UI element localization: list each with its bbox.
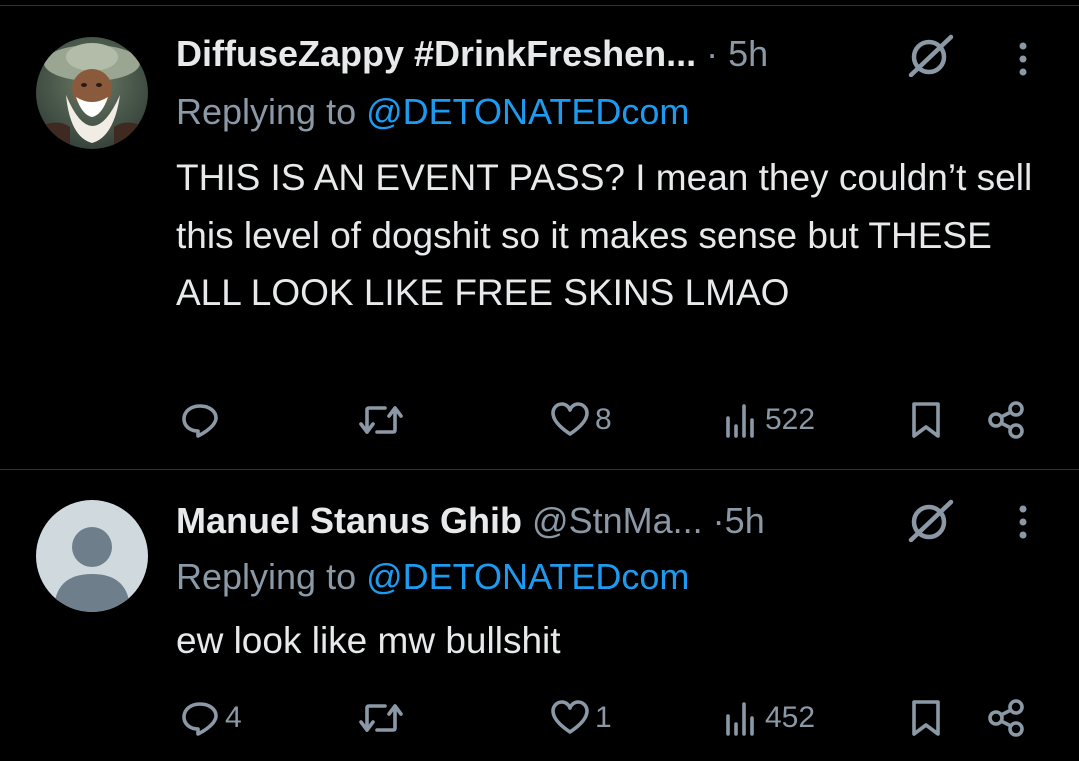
like-button[interactable]: 8 [548, 398, 612, 442]
reply-icon [182, 404, 218, 438]
tweet-2[interactable]: Manuel Stanus Ghib @StnMa... ·5h Replyin… [0, 470, 1079, 761]
reply-icon [182, 702, 218, 736]
default-profile-avatar-image [36, 500, 148, 612]
bookmark-button[interactable] [908, 398, 944, 442]
bookmark-icon [912, 700, 940, 736]
bookmark-button[interactable] [908, 696, 944, 740]
tweet-text: THIS IS AN EVENT PASS? I mean they could… [176, 157, 1033, 313]
bookmark-icon [912, 402, 940, 438]
avatar[interactable] [36, 500, 148, 612]
reply-count: 4 [225, 701, 242, 734]
views-chart-icon [726, 404, 754, 438]
more-vertical-icon[interactable] [1016, 500, 1030, 544]
replying-to: Replying to @DETONATEDcom [176, 555, 689, 599]
replying-to: Replying to @DETONATEDcom [176, 90, 689, 134]
separator-dot: · [712, 500, 725, 541]
views-count: 522 [765, 403, 816, 436]
retweet-button[interactable] [357, 696, 408, 740]
grok-icon[interactable] [905, 33, 955, 78]
avatar[interactable] [36, 37, 148, 149]
more-vertical-icon[interactable] [1016, 37, 1030, 81]
retweet-button[interactable] [357, 398, 408, 442]
like-count: 1 [595, 701, 612, 734]
heart-icon [551, 402, 589, 436]
tweet-header: DiffuseZappy #DrinkFreshen... · 5h [176, 32, 768, 76]
mention-link[interactable]: @DETONATEDcom [366, 556, 689, 597]
views-button[interactable]: 452 [722, 696, 815, 740]
tweet-1[interactable]: DiffuseZappy #DrinkFreshen... · 5h Reply… [0, 0, 1079, 470]
action-bar: 4 1 452 [0, 696, 1079, 740]
retweet-icon [359, 704, 403, 732]
like-count: 8 [595, 403, 612, 436]
timestamp[interactable]: 5h [725, 500, 765, 541]
like-button[interactable]: 1 [548, 696, 612, 740]
tweet-header: Manuel Stanus Ghib @StnMa... ·5h [176, 499, 765, 543]
action-bar: 8 522 [0, 398, 1079, 442]
share-button[interactable] [985, 398, 1029, 442]
share-icon [988, 699, 1024, 737]
views-button[interactable]: 522 [722, 398, 815, 442]
reply-button[interactable] [178, 398, 225, 442]
share-icon [988, 401, 1024, 439]
mention-link[interactable]: @DETONATEDcom [366, 91, 689, 132]
heart-icon [551, 700, 589, 734]
share-button[interactable] [985, 696, 1029, 740]
timestamp[interactable]: 5h [728, 33, 768, 74]
views-chart-icon [726, 702, 754, 736]
retweet-icon [359, 406, 403, 434]
reply-button[interactable]: 4 [178, 696, 242, 740]
bearded-man-avatar-image [36, 37, 148, 149]
handle[interactable]: @StnMa... [532, 500, 703, 541]
tweet-text: ew look like mw bullshit [176, 620, 561, 661]
display-name[interactable]: DiffuseZappy #DrinkFreshen... [176, 33, 696, 74]
separator-dot: · [706, 33, 719, 74]
display-name[interactable]: Manuel Stanus Ghib [176, 500, 522, 541]
replying-prefix: Replying to [176, 556, 357, 597]
grok-icon[interactable] [905, 498, 955, 543]
replying-prefix: Replying to [176, 91, 357, 132]
views-count: 452 [765, 701, 816, 734]
